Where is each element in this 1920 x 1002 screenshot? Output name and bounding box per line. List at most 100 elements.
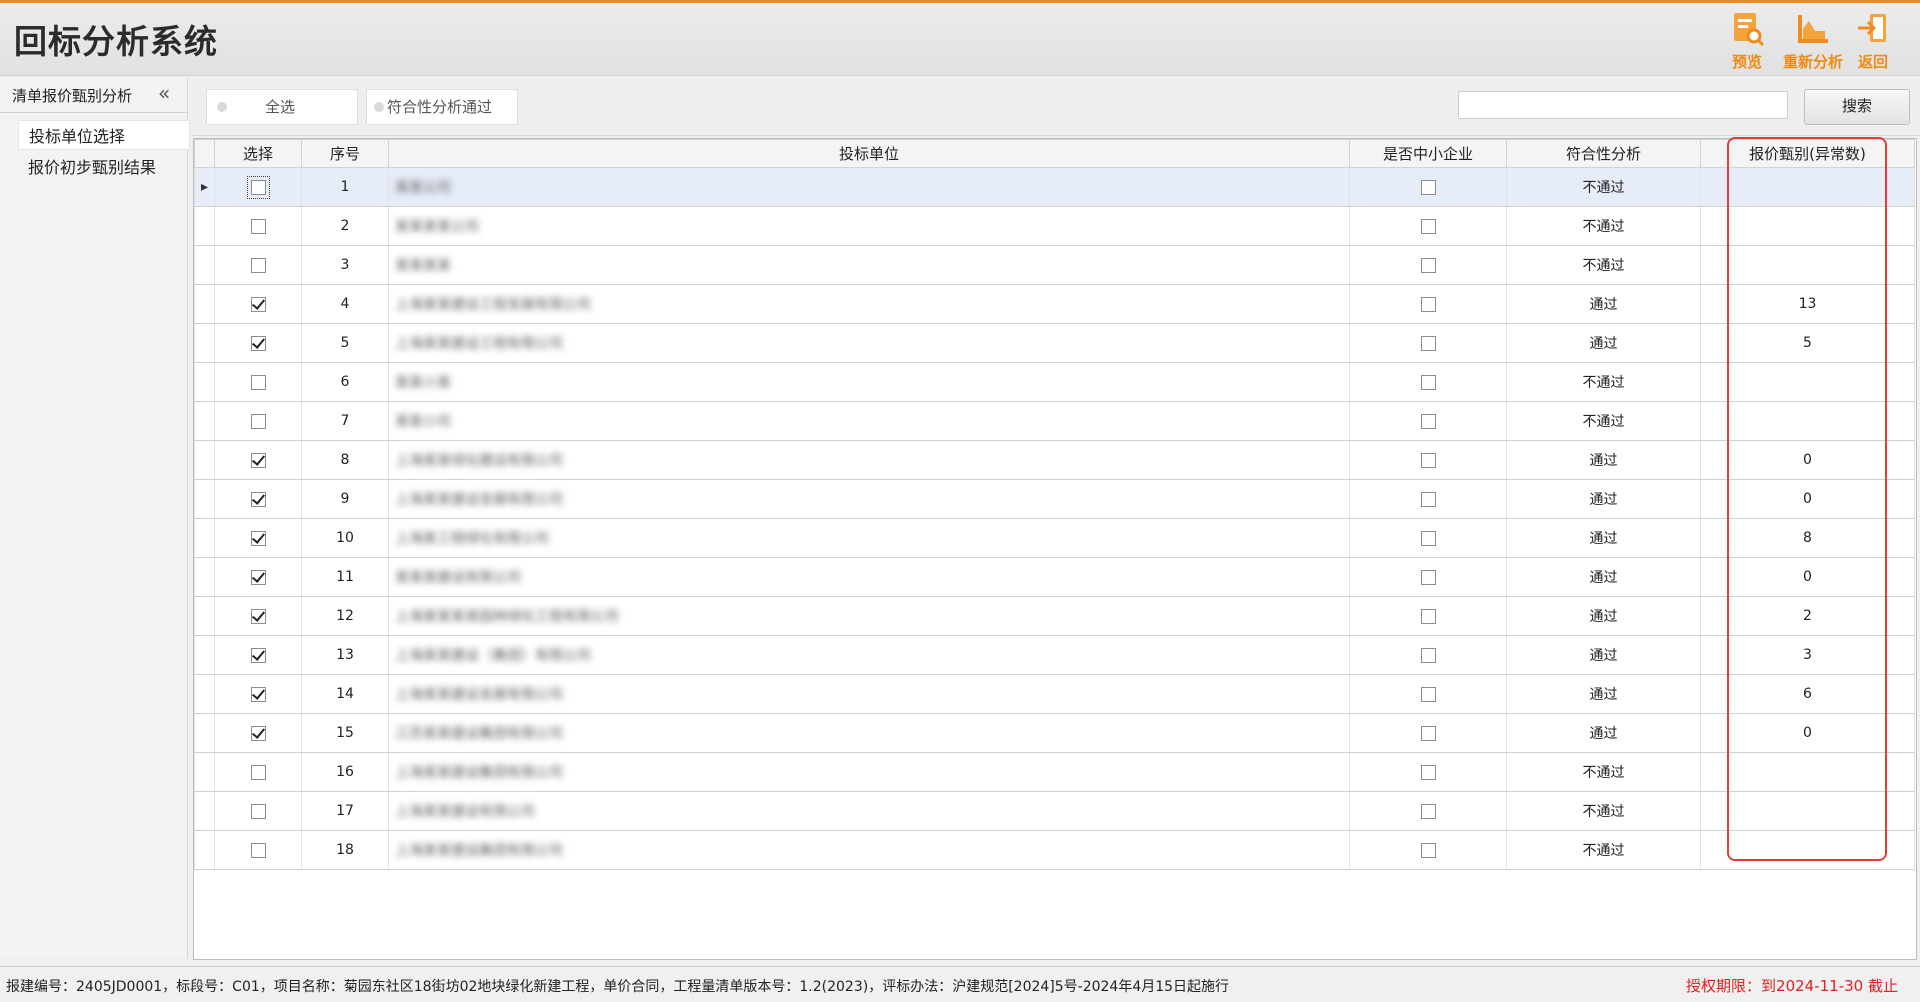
select-cell[interactable] <box>214 362 302 402</box>
table-row[interactable]: 9 上海某某建设发展有限公司 通过 0 <box>194 479 1915 519</box>
col-header-anomalies[interactable]: 报价甄别(异常数) <box>1700 139 1915 168</box>
sme-checkbox[interactable] <box>1420 686 1436 702</box>
row-indicator[interactable] <box>194 596 215 636</box>
table-row[interactable]: 4 上海某某建设工程发展有限公司 通过 13 <box>194 284 1915 324</box>
row-indicator[interactable]: ▸ <box>194 167 215 207</box>
back-button[interactable]: 返回 <box>1838 11 1908 75</box>
row-indicator[interactable] <box>194 245 215 285</box>
select-checkbox[interactable] <box>250 413 266 429</box>
sme-cell[interactable] <box>1349 401 1507 441</box>
sme-cell[interactable] <box>1349 479 1507 519</box>
sme-checkbox[interactable] <box>1420 257 1436 273</box>
col-header-compliance[interactable]: 符合性分析 <box>1506 139 1701 168</box>
table-row[interactable]: 18 上海某某建设集团有限公司 不通过 <box>194 830 1915 870</box>
row-indicator[interactable] <box>194 440 215 480</box>
select-cell[interactable] <box>214 323 302 363</box>
select-checkbox[interactable] <box>250 842 266 858</box>
select-cell[interactable] <box>214 674 302 714</box>
col-header-sme[interactable]: 是否中小企业 <box>1349 139 1507 168</box>
select-checkbox[interactable] <box>246 175 270 199</box>
table-row[interactable]: 8 上海某某绿化建设有限公司 通过 0 <box>194 440 1915 480</box>
sme-checkbox[interactable] <box>1420 842 1436 858</box>
sidebar-item-preliminary-results[interactable]: 报价初步甄别结果 <box>28 154 156 178</box>
sme-checkbox[interactable] <box>1420 374 1436 390</box>
select-cell[interactable] <box>214 713 302 753</box>
select-checkbox[interactable] <box>250 335 266 351</box>
table-row[interactable]: 3 某某某某 不通过 <box>194 245 1915 285</box>
row-indicator[interactable] <box>194 791 215 831</box>
select-checkbox[interactable] <box>250 491 266 507</box>
select-checkbox[interactable] <box>250 530 266 546</box>
sme-cell[interactable] <box>1349 167 1507 207</box>
select-checkbox[interactable] <box>250 764 266 780</box>
table-row[interactable]: 17 上海某某建设有限公司 不通过 <box>194 791 1915 831</box>
sme-cell[interactable] <box>1349 518 1507 558</box>
table-row[interactable]: ▸ 1 某某公司 不通过 <box>194 167 1915 207</box>
select-cell[interactable] <box>214 557 302 597</box>
select-cell[interactable] <box>214 830 302 870</box>
sme-cell[interactable] <box>1349 791 1507 831</box>
row-indicator[interactable] <box>194 518 215 558</box>
row-indicator[interactable] <box>194 635 215 675</box>
row-indicator[interactable] <box>194 557 215 597</box>
row-indicator[interactable] <box>194 752 215 792</box>
sme-cell[interactable] <box>1349 557 1507 597</box>
select-cell[interactable] <box>214 479 302 519</box>
col-header-select[interactable]: 选择 <box>214 139 302 168</box>
sme-cell[interactable] <box>1349 284 1507 324</box>
row-indicator[interactable] <box>194 362 215 402</box>
select-checkbox[interactable] <box>250 374 266 390</box>
sme-cell[interactable] <box>1349 713 1507 753</box>
sme-cell[interactable] <box>1349 323 1507 363</box>
sme-cell[interactable] <box>1349 440 1507 480</box>
select-cell[interactable] <box>214 284 302 324</box>
select-checkbox[interactable] <box>250 257 266 273</box>
row-indicator[interactable] <box>194 206 215 246</box>
select-cell[interactable] <box>214 596 302 636</box>
table-row[interactable]: 16 上海某某建设集团有限公司 不通过 <box>194 752 1915 792</box>
select-cell[interactable] <box>214 206 302 246</box>
sme-checkbox[interactable] <box>1420 608 1436 624</box>
row-indicator[interactable] <box>194 401 215 441</box>
table-row[interactable]: 11 某某某建设有限公司 通过 0 <box>194 557 1915 597</box>
row-indicator[interactable] <box>194 830 215 870</box>
row-indicator[interactable] <box>194 323 215 363</box>
row-indicator[interactable] <box>194 674 215 714</box>
table-row[interactable]: 15 江苏某某建设集团有限公司 通过 0 <box>194 713 1915 753</box>
sme-cell[interactable] <box>1349 674 1507 714</box>
select-cell[interactable] <box>214 518 302 558</box>
select-cell[interactable] <box>214 752 302 792</box>
search-input[interactable] <box>1458 91 1788 119</box>
preview-button[interactable]: 预览 <box>1712 11 1782 75</box>
sme-checkbox[interactable] <box>1420 803 1436 819</box>
sme-cell[interactable] <box>1349 362 1507 402</box>
sidebar-item-bidder-selection[interactable]: 投标单位选择 <box>18 120 190 150</box>
sme-checkbox[interactable] <box>1420 569 1436 585</box>
select-checkbox[interactable] <box>250 608 266 624</box>
table-row[interactable]: 5 上海某某建设工程有限公司 通过 5 <box>194 323 1915 363</box>
select-cell[interactable] <box>214 167 302 207</box>
select-cell[interactable] <box>214 401 302 441</box>
table-row[interactable]: 13 上海某某建设（集团）有限公司 通过 3 <box>194 635 1915 675</box>
sme-checkbox[interactable] <box>1420 413 1436 429</box>
select-checkbox[interactable] <box>250 569 266 585</box>
col-header-number[interactable]: 序号 <box>301 139 389 168</box>
double-chevron-left-icon[interactable]: « <box>158 81 170 105</box>
row-indicator[interactable] <box>194 479 215 519</box>
sme-cell[interactable] <box>1349 206 1507 246</box>
select-cell[interactable] <box>214 635 302 675</box>
row-indicator[interactable] <box>194 284 215 324</box>
sme-checkbox[interactable] <box>1420 296 1436 312</box>
select-checkbox[interactable] <box>250 296 266 312</box>
select-cell[interactable] <box>214 791 302 831</box>
table-row[interactable]: 6 某某小某 不通过 <box>194 362 1915 402</box>
sme-checkbox[interactable] <box>1420 764 1436 780</box>
select-cell[interactable] <box>214 245 302 285</box>
col-header-bidder[interactable]: 投标单位 <box>388 139 1350 168</box>
table-row[interactable]: 14 上海某某建设发展有限公司 通过 6 <box>194 674 1915 714</box>
sme-cell[interactable] <box>1349 752 1507 792</box>
sme-checkbox[interactable] <box>1420 452 1436 468</box>
search-button[interactable]: 搜索 <box>1804 89 1910 125</box>
sme-cell[interactable] <box>1349 830 1507 870</box>
select-checkbox[interactable] <box>250 725 266 741</box>
